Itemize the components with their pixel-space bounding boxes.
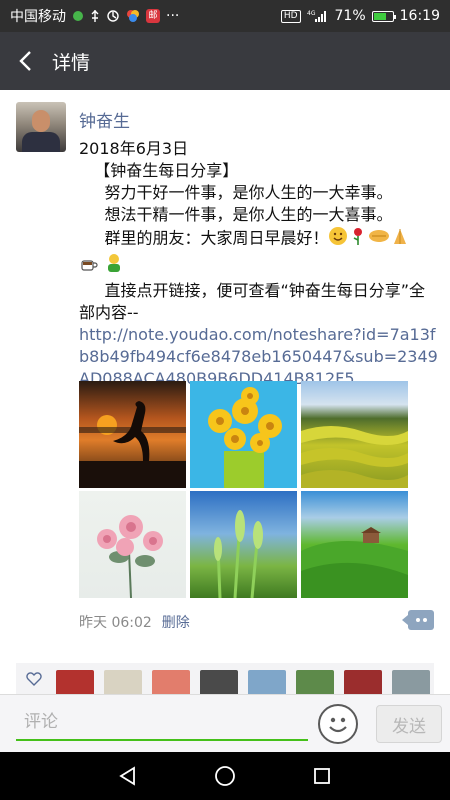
home-circle-icon <box>215 766 235 786</box>
more-dot-icon <box>415 618 420 622</box>
smile-emoji-icon <box>328 226 348 252</box>
back-triangle-icon <box>119 766 136 786</box>
post-line-3: 想法干精一件事，是你人生的一大喜事。 <box>79 205 393 224</box>
avatar-body <box>22 132 60 152</box>
note-share-link[interactable]: http://note.youdao.com/noteshare?id=7a13… <box>79 325 438 388</box>
battery-percent: 71% <box>334 8 366 24</box>
post-detail: 钟奋生 2018年6月3日 【钟奋生每日分享】 努力干好一件事，是你人生的一大幸… <box>0 90 450 694</box>
status-bar: 中国移动 邮 ··· HD 4G 71% 16:19 <box>0 0 450 32</box>
hd-icon: HD <box>280 9 301 23</box>
nav-home-button[interactable] <box>205 756 245 796</box>
back-arrow-icon <box>19 51 31 71</box>
post-line-2: 努力干好一件事，是你人生的一大幸事。 <box>79 183 393 202</box>
system-nav-bar <box>0 752 450 800</box>
nav-recents-button[interactable] <box>302 756 342 796</box>
photo-wheat[interactable] <box>190 491 297 598</box>
photo-crane-sunset[interactable] <box>79 381 186 488</box>
post-line-4: 群里的朋友：大家周日早晨好！ <box>79 228 329 248</box>
photo-terraced-fields[interactable] <box>301 381 408 488</box>
clock: 16:19 <box>399 8 440 24</box>
avatar-face <box>32 110 50 132</box>
liker-avatar[interactable] <box>344 670 382 694</box>
liker-avatar[interactable] <box>392 670 430 694</box>
comment-input[interactable] <box>16 705 308 741</box>
post-date-line: 2018年6月3日 <box>79 139 189 158</box>
handshake-emoji-icon <box>368 226 390 252</box>
signal-icon: 4G <box>307 9 329 23</box>
more-notifications-icon: ··· <box>166 8 180 24</box>
more-dot-icon <box>422 618 427 622</box>
photo-daisies[interactable] <box>190 381 297 488</box>
liker-avatar[interactable] <box>104 670 142 694</box>
bless-emoji-icon <box>104 252 124 280</box>
pray-emoji-icon <box>390 226 410 252</box>
carrier-label: 中国移动 <box>10 9 66 25</box>
usb-icon <box>90 9 100 23</box>
battery-icon <box>371 10 396 22</box>
liker-avatar[interactable] <box>248 670 286 694</box>
post-line-1: 【钟奋生每日分享】 <box>79 161 239 180</box>
liker-avatar[interactable] <box>152 670 190 694</box>
photo-grid <box>79 381 409 598</box>
page-title: 详情 <box>52 51 91 74</box>
author-avatar[interactable] <box>16 102 66 152</box>
comment-more-button[interactable] <box>402 610 434 630</box>
mail-badge-icon: 邮 <box>146 9 160 23</box>
coffee-emoji-icon <box>79 253 99 279</box>
link-intro: 直接点开链接，便可查看“钟奋生每日分享”全部内容-- <box>79 281 426 322</box>
back-button[interactable] <box>0 32 50 90</box>
svg-text:4G: 4G <box>307 10 316 17</box>
battery-fill <box>373 12 387 20</box>
app-notification-icon <box>72 10 84 22</box>
post-time: 昨天 06:02 <box>79 615 152 631</box>
sync-icon <box>106 9 120 23</box>
nav-back-button[interactable] <box>108 756 148 796</box>
likes-box <box>16 663 434 694</box>
post-meta: 昨天 06:02 删除 <box>79 612 190 632</box>
colorful-app-icon <box>126 9 140 23</box>
recents-square-icon <box>313 768 330 784</box>
send-button[interactable]: 发送 <box>376 705 442 743</box>
title-bar: 详情 <box>0 32 450 90</box>
liker-avatar[interactable] <box>200 670 238 694</box>
delete-button[interactable]: 删除 <box>162 612 190 632</box>
photo-roses[interactable] <box>79 491 186 598</box>
heart-outline-icon <box>26 672 42 690</box>
comment-bar: 发送 <box>0 694 450 752</box>
rose-emoji-icon <box>348 226 368 252</box>
smiley-face-icon <box>329 717 347 733</box>
emoji-button[interactable] <box>318 704 358 744</box>
liker-avatar[interactable] <box>56 670 94 694</box>
liker-avatar[interactable] <box>296 670 334 694</box>
post-text: 2018年6月3日 【钟奋生每日分享】 努力干好一件事，是你人生的一大幸事。 想… <box>79 138 439 390</box>
status-left: 中国移动 邮 ··· <box>10 6 179 26</box>
photo-green-hills[interactable] <box>301 491 408 598</box>
status-right: HD 4G 71% 16:19 <box>280 8 440 24</box>
author-name[interactable]: 钟奋生 <box>79 107 130 132</box>
